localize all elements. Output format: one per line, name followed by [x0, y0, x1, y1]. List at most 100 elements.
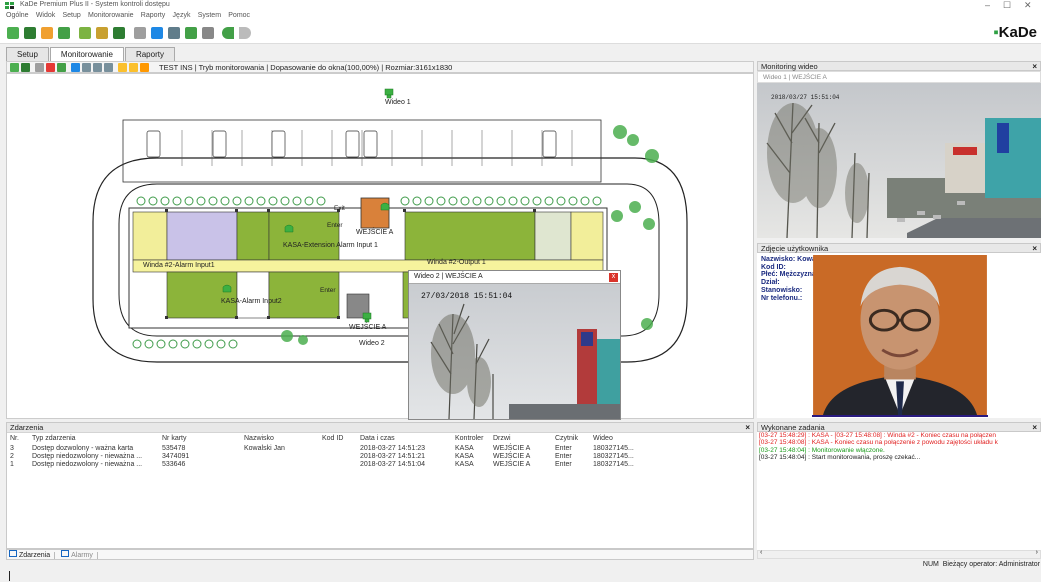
- video-popup[interactable]: Wideo 2 | WEJŚCIE A x 27/03/2018 15:51:0…: [408, 270, 621, 420]
- events-header: Zdarzenia ×: [7, 423, 753, 433]
- print-icon[interactable]: [202, 27, 214, 39]
- close-icon[interactable]: ×: [1032, 423, 1037, 432]
- col-header[interactable]: Nazwisko: [241, 433, 319, 444]
- calendar-icon[interactable]: [168, 27, 180, 39]
- menu-monitorowanie[interactable]: Monitorowanie: [88, 12, 134, 19]
- cell: Dostęp dozwolony - ważna karta: [32, 444, 134, 452]
- map-label-kasa-alarm[interactable]: KASA-Alarm Input2: [221, 298, 282, 305]
- map-label-winda-alarm[interactable]: Winda #2-Alarm Input1: [143, 262, 215, 269]
- map-label-wideo2[interactable]: Wideo 2: [359, 340, 385, 347]
- map-label-winda-output[interactable]: Winda #2-Output 1: [427, 259, 486, 266]
- cell: Kowalski Jan: [244, 444, 285, 452]
- zoom-reset-icon[interactable]: [104, 63, 113, 72]
- report-icon[interactable]: [96, 27, 108, 39]
- video-feed-2: 27/03/2018 15:51:04: [409, 284, 620, 420]
- map-layer-icon[interactable]: [118, 63, 127, 72]
- map-layer-icon[interactable]: [140, 63, 149, 72]
- user-photo-header: Zdjęcie użytkownika ×: [757, 243, 1041, 253]
- col-header[interactable]: Kod ID: [319, 433, 357, 444]
- menu-pomoc[interactable]: Pomoc: [228, 12, 250, 19]
- col-header[interactable]: Nr.: [7, 433, 29, 444]
- tab-alarmy[interactable]: Alarmy: [57, 550, 98, 559]
- connect-icon[interactable]: [7, 27, 19, 39]
- grid-icon[interactable]: [24, 27, 36, 39]
- map-layer-icon[interactable]: [129, 63, 138, 72]
- minimize-button[interactable]: –: [985, 0, 990, 10]
- key-icon[interactable]: [79, 27, 91, 39]
- close-icon[interactable]: x: [609, 273, 618, 282]
- map-label-wideo1[interactable]: Wideo 1: [385, 99, 411, 106]
- video-monitoring-panel: Monitoring wideo × Wideo 1 | WEJŚCIE A 2…: [757, 61, 1041, 241]
- edit-icon[interactable]: [134, 27, 146, 39]
- cell: 3474091: [162, 452, 190, 460]
- cell: Dostęp niedozwolony - nieważna ...: [32, 460, 143, 468]
- map-tool-icon[interactable]: [10, 63, 19, 72]
- tasks-header: Wykonane zadania ×: [757, 422, 1041, 432]
- map-label-enter: Enter: [320, 287, 336, 294]
- tab-setup[interactable]: Setup: [6, 47, 49, 61]
- cell: WEJŚCIE A: [493, 452, 531, 460]
- cell: 3: [10, 444, 14, 452]
- menu-ogolne[interactable]: Ogólne: [6, 12, 29, 19]
- card-icon[interactable]: [41, 27, 53, 39]
- menu-system[interactable]: System: [198, 12, 221, 19]
- panel-title: Wykonane zadania: [761, 423, 825, 432]
- main-tabs: Setup Monitorowanie Raporty: [6, 47, 176, 61]
- floor-plan-map[interactable]: Wideo 1 Exit Enter WEJŚCIE A KASA-Extens…: [6, 73, 754, 419]
- table-row[interactable]: 2 Dostęp niedozwolony - nieważna ... 34740…: [7, 452, 670, 460]
- scroll-left-icon[interactable]: ‹: [760, 549, 762, 556]
- menu-raporty[interactable]: Raporty: [141, 12, 166, 19]
- close-icon[interactable]: ×: [1032, 244, 1037, 253]
- fit-window-icon[interactable]: [71, 63, 80, 72]
- forward-arrow-icon[interactable]: [239, 27, 251, 39]
- monitor-icon[interactable]: [151, 27, 163, 39]
- window-title: KaDe Premium Plus II - System kontroli d…: [20, 1, 170, 8]
- cell: [319, 452, 357, 460]
- door-icon[interactable]: [113, 27, 125, 39]
- schedule-icon[interactable]: [185, 27, 197, 39]
- map-tool-icon[interactable]: [35, 63, 44, 72]
- log-line: [03-27 15:48:08] : KASA - Koniec czasu n…: [759, 439, 998, 447]
- menu-widok[interactable]: Widok: [36, 12, 55, 19]
- video-popup-titlebar[interactable]: Wideo 2 | WEJŚCIE A x: [409, 271, 620, 284]
- cell: Dostęp niedozwolony - nieważna ...: [32, 452, 143, 460]
- col-header[interactable]: Czytnik: [552, 433, 590, 444]
- map-tool-icon[interactable]: [57, 63, 66, 72]
- events-table: Nr. Typ zdarzenia Nr karty Nazwisko Kod …: [7, 433, 670, 468]
- col-header[interactable]: Kontroler: [452, 433, 490, 444]
- cell: 180327145...: [593, 452, 634, 460]
- zoom-out-icon[interactable]: [93, 63, 102, 72]
- col-header[interactable]: Typ zdarzenia: [29, 433, 159, 444]
- map-label-wejscie-a[interactable]: WEJŚCIE A: [356, 227, 394, 236]
- col-header[interactable]: Data i czas: [357, 433, 452, 444]
- scroll-right-icon[interactable]: ›: [1036, 549, 1038, 556]
- text-cursor: [9, 571, 10, 581]
- table-row[interactable]: 3 Dostęp dozwolony - ważna karta 535478 Kow…: [7, 444, 670, 452]
- tab-monitorowanie[interactable]: Monitorowanie: [49, 47, 124, 61]
- col-header[interactable]: Drzwi: [490, 433, 552, 444]
- map-tool-icon[interactable]: [21, 63, 30, 72]
- close-icon[interactable]: ×: [745, 423, 750, 432]
- user-icon[interactable]: [58, 27, 70, 39]
- video-monitoring-header: Monitoring wideo ×: [757, 61, 1041, 71]
- panel-title: Zdjęcie użytkownika: [761, 244, 829, 253]
- back-arrow-icon[interactable]: [222, 27, 234, 39]
- zoom-in-icon[interactable]: [82, 63, 91, 72]
- camera-subtitle: Wideo 1 | WEJŚCIE A: [757, 71, 1041, 83]
- tab-raporty[interactable]: Raporty: [124, 47, 175, 61]
- tasks-horizontal-scrollbar[interactable]: ‹ ›: [757, 549, 1041, 559]
- menu-jezyk[interactable]: Język: [173, 12, 191, 19]
- cell: KASA: [455, 452, 474, 460]
- tab-zdarzenia[interactable]: Zdarzenia: [7, 550, 56, 559]
- col-header[interactable]: Nr karty: [159, 433, 241, 444]
- app-logo-icon: [5, 2, 16, 9]
- menu-setup[interactable]: Setup: [63, 12, 81, 19]
- col-header[interactable]: Wideo: [590, 433, 670, 444]
- map-label-kasa-extension[interactable]: KASA-Extension Alarm Input 1: [283, 242, 378, 249]
- table-row[interactable]: 1 Dostęp niedozwolony - nieważna ... 53364…: [7, 460, 670, 468]
- map-label-wejscie-a[interactable]: WEJŚCIE A: [349, 322, 387, 331]
- num-lock-indicator: NUM: [922, 561, 939, 568]
- map-tool-icon[interactable]: [46, 63, 55, 72]
- camera-timestamp: 2018/03/27 15:51:04: [771, 94, 840, 101]
- close-icon[interactable]: ×: [1032, 62, 1037, 71]
